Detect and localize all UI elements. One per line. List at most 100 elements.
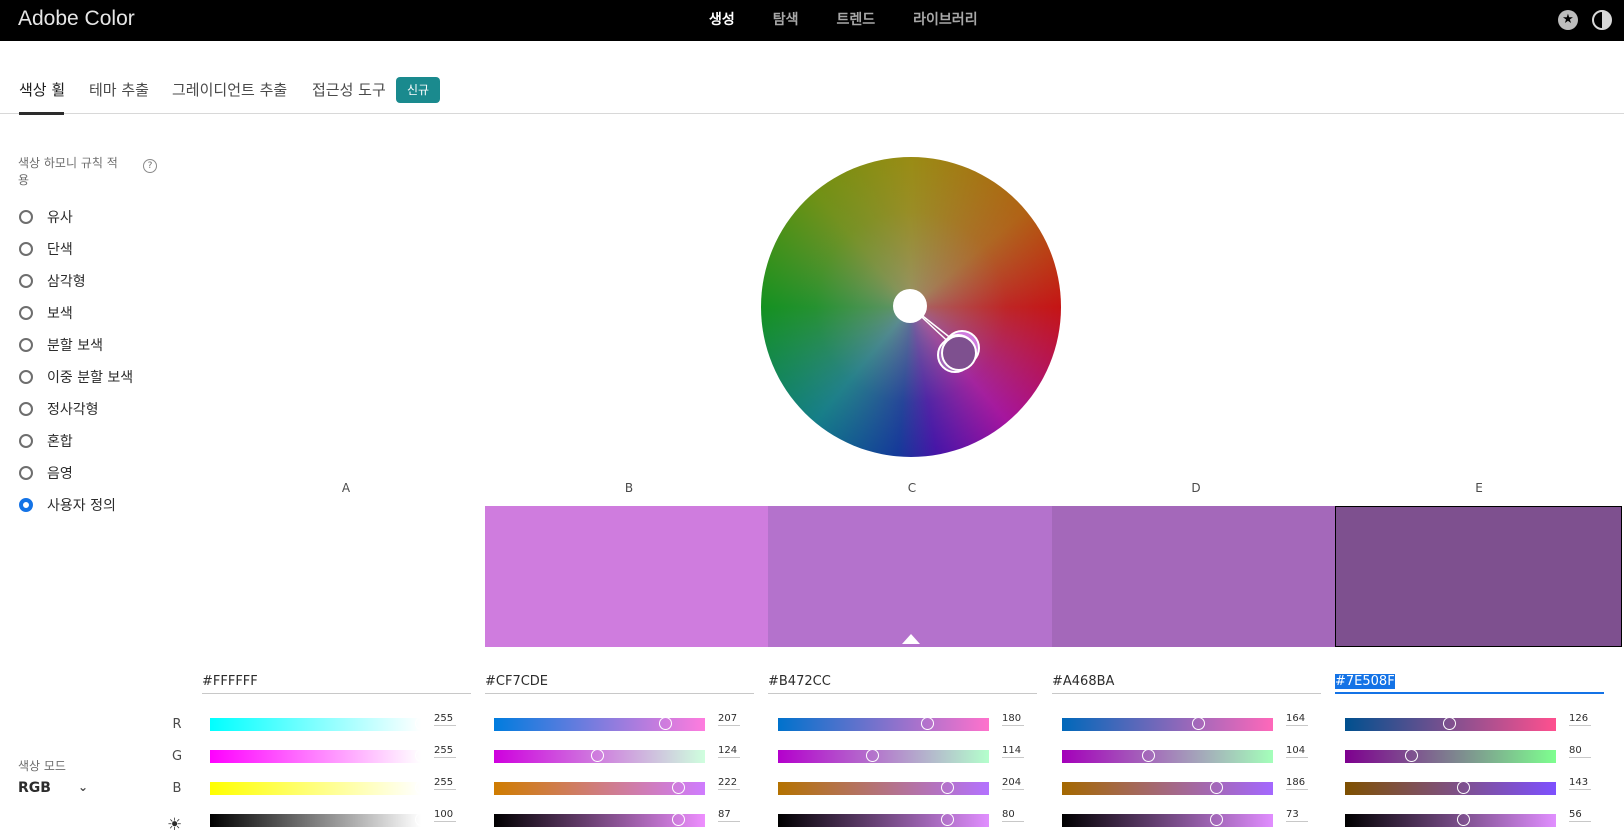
brightness-value-input[interactable]: 73	[1286, 809, 1308, 822]
green-value-input[interactable]: 104	[1286, 745, 1308, 758]
red-slider[interactable]	[1345, 717, 1556, 731]
topnav-library[interactable]: 라이브러리	[913, 9, 977, 29]
red-slider[interactable]	[778, 717, 989, 731]
blue-slider[interactable]	[778, 781, 989, 795]
radio-button[interactable]	[19, 498, 33, 512]
harmony-rule-option[interactable]: 사용자 정의	[19, 495, 116, 515]
green-slider[interactable]	[1345, 749, 1556, 763]
color-mode-select[interactable]: RGB ⌄	[18, 780, 93, 802]
brightness-value-input[interactable]: 87	[718, 809, 740, 822]
blue-value-input[interactable]: 222	[718, 777, 740, 790]
hex-input[interactable]: #7E508F	[1335, 672, 1604, 694]
slider-handle[interactable]	[866, 749, 880, 762]
slider-handle[interactable]	[671, 813, 685, 826]
harmony-rule-option[interactable]: 유사	[19, 207, 73, 227]
harmony-rule-option[interactable]: 혼합	[19, 431, 73, 451]
harmony-rule-option[interactable]: 정사각형	[19, 399, 99, 419]
slider-handle[interactable]	[1457, 813, 1471, 826]
red-value-input[interactable]: 126	[1569, 713, 1591, 726]
wheel-handle-e[interactable]	[941, 335, 977, 371]
green-value-input[interactable]: 124	[718, 745, 740, 758]
color-swatch[interactable]	[768, 506, 1052, 647]
harmony-rule-option[interactable]: 보색	[19, 303, 73, 323]
blue-value-input[interactable]: 186	[1286, 777, 1308, 790]
hex-input[interactable]: #B472CC	[768, 672, 1037, 694]
harmony-rule-option[interactable]: 음영	[19, 463, 73, 483]
brightness-value-input[interactable]: 100	[434, 809, 456, 822]
slider-handle[interactable]	[1142, 749, 1156, 762]
slider-handle[interactable]	[590, 749, 604, 762]
radio-button[interactable]	[19, 274, 33, 288]
red-value-input[interactable]: 164	[1286, 713, 1308, 726]
brightness-slider[interactable]	[778, 813, 989, 827]
slider-handle[interactable]	[1209, 781, 1223, 794]
slider-handle[interactable]	[940, 813, 954, 826]
slider-handle[interactable]	[1210, 813, 1224, 826]
blue-slider[interactable]	[210, 781, 428, 795]
harmony-rule-option[interactable]: 분할 보색	[19, 335, 103, 355]
slider-handle[interactable]	[671, 781, 685, 794]
topnav-trends[interactable]: 트렌드	[837, 9, 876, 29]
color-swatch[interactable]	[1335, 506, 1622, 647]
hex-input[interactable]: #A468BA	[1052, 672, 1321, 694]
slider-handle[interactable]	[415, 781, 428, 794]
radio-button[interactable]	[19, 370, 33, 384]
green-value-input[interactable]: 114	[1002, 745, 1024, 758]
red-value-input[interactable]: 255	[434, 713, 456, 726]
blue-value-input[interactable]: 255	[434, 777, 456, 790]
red-slider[interactable]	[494, 717, 705, 731]
slider-handle[interactable]	[415, 749, 428, 762]
hex-input[interactable]: #CF7CDE	[485, 672, 754, 694]
hex-input[interactable]: #FFFFFF	[202, 672, 471, 694]
green-value-input[interactable]: 80	[1569, 745, 1591, 758]
radio-button[interactable]	[19, 306, 33, 320]
green-slider[interactable]	[494, 749, 705, 763]
brightness-slider[interactable]	[1345, 813, 1556, 827]
red-value-input[interactable]: 207	[718, 713, 740, 726]
radio-button[interactable]	[19, 242, 33, 256]
red-value-input[interactable]: 180	[1002, 713, 1024, 726]
topnav-create[interactable]: 생성	[709, 9, 735, 29]
green-slider[interactable]	[778, 749, 989, 763]
slider-handle[interactable]	[1443, 717, 1457, 730]
blue-value-input[interactable]: 204	[1002, 777, 1024, 790]
radio-button[interactable]	[19, 210, 33, 224]
blue-slider[interactable]	[494, 781, 705, 795]
green-value-input[interactable]: 255	[434, 745, 456, 758]
star-icon[interactable]: ★	[1558, 10, 1578, 30]
radio-button[interactable]	[19, 466, 33, 480]
slider-handle[interactable]	[1457, 781, 1471, 794]
blue-slider[interactable]	[1062, 781, 1273, 795]
color-swatch[interactable]	[485, 506, 769, 647]
blue-slider[interactable]	[1345, 781, 1556, 795]
red-slider[interactable]	[210, 717, 428, 731]
harmony-rule-option[interactable]: 삼각형	[19, 271, 86, 291]
radio-button[interactable]	[19, 338, 33, 352]
tab-extract-theme[interactable]: 테마 추출	[89, 79, 149, 100]
harmony-rule-option[interactable]: 단색	[19, 239, 73, 259]
slider-handle[interactable]	[1191, 717, 1205, 730]
slider-handle[interactable]	[415, 717, 428, 730]
brightness-value-input[interactable]: 80	[1002, 809, 1024, 822]
brightness-slider[interactable]	[494, 813, 705, 827]
tab-accessibility-tools[interactable]: 접근성 도구	[312, 79, 386, 100]
red-slider[interactable]	[1062, 717, 1273, 731]
topnav-explore[interactable]: 탐색	[773, 9, 799, 29]
wheel-handle-a[interactable]	[893, 289, 927, 323]
green-slider[interactable]	[210, 749, 428, 763]
tab-color-wheel[interactable]: 색상 휠	[19, 79, 65, 100]
color-swatch[interactable]	[1052, 506, 1336, 647]
brightness-slider[interactable]	[210, 813, 428, 827]
app-title[interactable]: Adobe Color	[18, 7, 135, 31]
theme-toggle-icon[interactable]	[1592, 10, 1612, 30]
help-icon[interactable]: ?	[143, 159, 157, 173]
slider-handle[interactable]	[1405, 749, 1419, 762]
brightness-slider[interactable]	[1062, 813, 1273, 827]
green-slider[interactable]	[1062, 749, 1273, 763]
slider-handle[interactable]	[659, 717, 673, 730]
radio-button[interactable]	[19, 434, 33, 448]
tab-extract-gradient[interactable]: 그레이디언트 추출	[172, 79, 287, 100]
blue-value-input[interactable]: 143	[1569, 777, 1591, 790]
slider-handle[interactable]	[940, 781, 954, 794]
color-swatch[interactable]	[202, 506, 486, 647]
